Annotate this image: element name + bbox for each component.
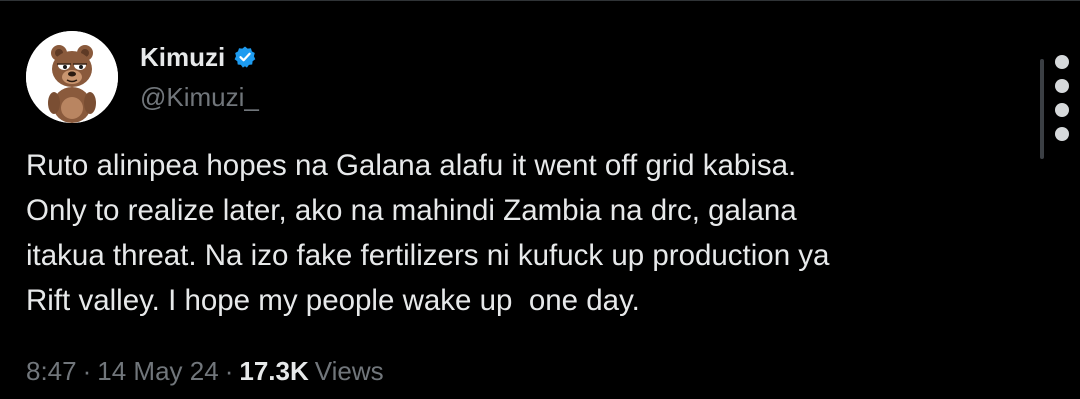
more-dot [1055, 103, 1069, 117]
cartoon-bear-avatar-icon [26, 31, 118, 123]
tweet-date[interactable]: 14 May 24 [97, 355, 218, 387]
views-count[interactable]: 17.3K [239, 355, 308, 387]
verified-badge-icon[interactable] [233, 45, 257, 69]
tweet-text: Ruto alinipea hopes na Galana alafu it w… [26, 149, 830, 317]
views-label[interactable]: Views [315, 355, 384, 387]
more-dot [1055, 127, 1069, 141]
tweet-card: Kimuzi @Kimuzi_ Ruto alinipea hopes na G… [0, 0, 1080, 399]
meta-separator: · [82, 356, 92, 386]
more-vertical-icon[interactable] [1052, 55, 1072, 141]
more-dot [1055, 79, 1069, 93]
tweet-time[interactable]: 8:47 [26, 355, 77, 387]
avatar[interactable] [26, 31, 118, 123]
author-handle[interactable]: @Kimuzi_ [140, 81, 259, 113]
more-dot [1055, 55, 1069, 69]
tweet-meta: 8:47 · 14 May 24 · 17.3K Views [26, 355, 384, 387]
author-name-row[interactable]: Kimuzi [140, 41, 257, 73]
author-display-name[interactable]: Kimuzi [140, 41, 225, 73]
meta-separator: · [224, 356, 234, 386]
